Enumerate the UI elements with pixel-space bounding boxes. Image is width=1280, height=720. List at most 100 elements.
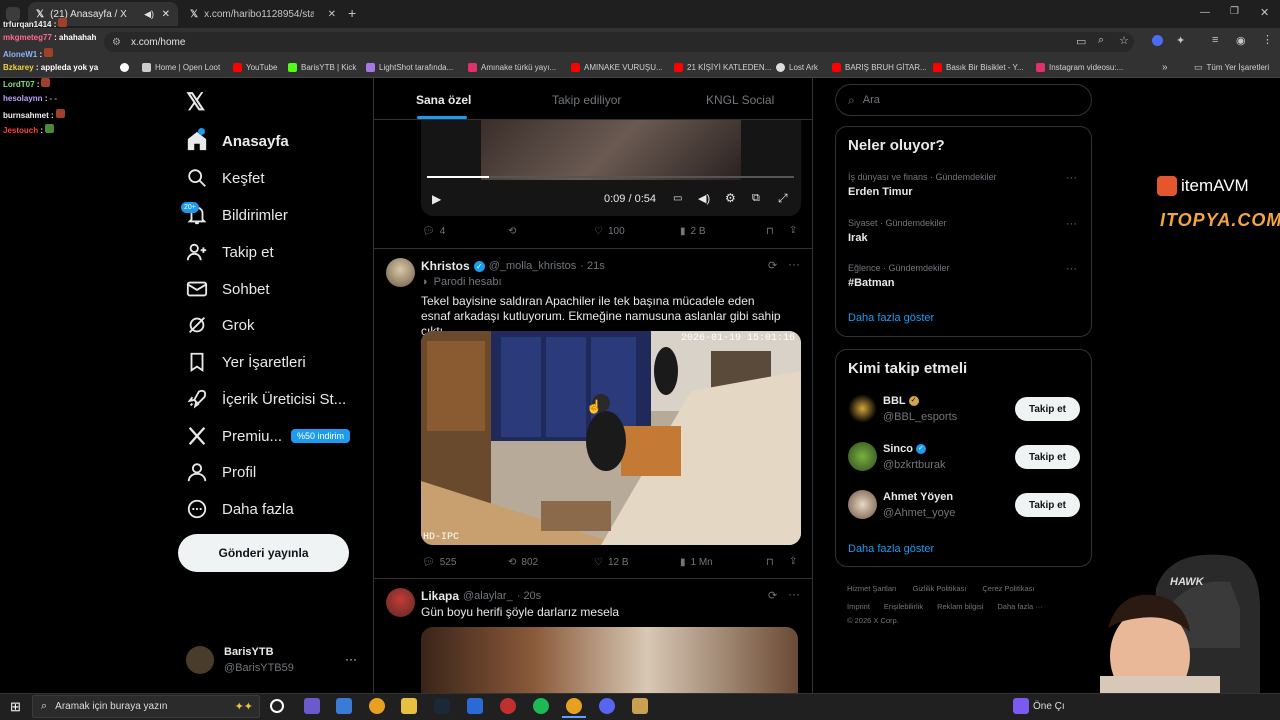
trend-more-icon[interactable]: ··· [1066, 263, 1077, 275]
footer-link[interactable]: Gizlilik Politikası [913, 584, 967, 593]
app-icon[interactable] [500, 698, 516, 714]
bookmark-action[interactable]: ⊓ [766, 557, 774, 568]
nav-notifications[interactable]: Bildirimler [186, 200, 288, 230]
app-icon[interactable] [304, 698, 320, 714]
settings-icon[interactable]: ⚙ [725, 191, 736, 205]
who-to-follow-show-more[interactable]: Daha fazla göster [848, 543, 934, 555]
grok-icon[interactable]: ⟳ [768, 589, 777, 602]
nav-creator-studio[interactable]: İçerik Üreticisi St... [186, 384, 346, 414]
more-icon[interactable]: ··· [788, 587, 800, 601]
bookmarks-overflow-icon[interactable]: » [1162, 60, 1168, 74]
nav-chat[interactable]: Sohbet [186, 274, 270, 304]
trend-title[interactable]: Erden Timur [848, 186, 913, 198]
fullscreen-icon[interactable]: ⤢ [778, 191, 788, 206]
x-logo-icon[interactable]: 𝕏 [186, 88, 205, 117]
maximize-icon[interactable]: ❐ [1230, 6, 1239, 17]
tab-following[interactable]: Takip ediliyor [552, 93, 621, 107]
steam-icon[interactable] [434, 698, 450, 714]
zoom-icon[interactable]: ⌕ [1098, 34, 1104, 47]
trend-title[interactable]: #Batman [848, 277, 894, 289]
follow-button[interactable]: Takip et [1015, 493, 1080, 517]
puzzle-icon[interactable]: ✦ [1176, 34, 1185, 47]
suggestion-avatar[interactable] [848, 442, 877, 471]
all-bookmarks[interactable]: ▭ Tüm Yer İşaretleri [1194, 60, 1269, 74]
views-action[interactable]: ▮ 2 B [680, 226, 706, 237]
install-icon[interactable]: ▭ [1076, 35, 1086, 48]
account-more-icon[interactable]: ··· [345, 652, 357, 666]
game-icon[interactable] [632, 698, 648, 714]
window-close-icon[interactable]: ✕ [1260, 6, 1269, 19]
close-icon[interactable]: ✕ [162, 9, 170, 20]
bookmark-item[interactable]: Instagram videosu:... [1036, 60, 1123, 74]
media-icon[interactable]: ≡ [1212, 34, 1218, 46]
footer-link[interactable]: Imprint [847, 602, 870, 611]
bookmark-item[interactable]: AMINAKE VURUŞU... [571, 60, 663, 74]
bookmark-item[interactable]: 21 KİŞİYİ KATLEDEN... [674, 60, 771, 74]
captions-icon[interactable]: ▭ [673, 193, 682, 204]
tab-kngl-social[interactable]: KNGL Social [706, 93, 774, 107]
tweet-handle[interactable]: @alaylar_ [463, 590, 513, 602]
more-icon[interactable]: ··· [788, 257, 800, 271]
trends-show-more[interactable]: Daha fazla göster [848, 312, 934, 324]
bookmark-item[interactable]: Amınake türkü yayı... [468, 60, 556, 74]
bookmark-item[interactable]: BarisYTB | Kick [288, 60, 356, 74]
account-avatar[interactable] [186, 646, 214, 674]
spotify-icon[interactable] [533, 698, 549, 714]
chrome-icon[interactable] [566, 698, 582, 714]
footer-link[interactable]: Hizmet Şartları [847, 584, 897, 593]
tweet-time[interactable]: · 20s [517, 590, 541, 602]
tweet-avatar[interactable] [386, 258, 415, 287]
retweet-action[interactable]: ⟲ [508, 226, 516, 237]
file-explorer-icon[interactable] [401, 698, 417, 714]
speaker-icon[interactable]: ◀) [144, 9, 154, 20]
store-icon[interactable] [336, 698, 352, 714]
footer-link[interactable]: Daha fazla ··· [997, 602, 1042, 611]
bookmark-item[interactable]: LightShot tarafında... [366, 60, 453, 74]
like-action[interactable]: ♡ 12 B [594, 557, 629, 568]
suggestion-avatar[interactable] [848, 394, 877, 423]
tweet-author-name[interactable]: Khristos [421, 259, 470, 273]
search-box[interactable]: ⌕ Ara [835, 84, 1092, 116]
close-icon[interactable]: ✕ [328, 9, 336, 20]
like-action[interactable]: ♡ 100 [594, 226, 625, 237]
play-icon[interactable]: ▶ [432, 192, 441, 206]
star-icon[interactable]: ☆ [1119, 34, 1129, 47]
profile-icon[interactable]: ◉ [1236, 34, 1246, 47]
new-tab-icon[interactable]: + [348, 5, 356, 21]
nav-premium[interactable]: Premiu... [186, 421, 282, 451]
tweet-media[interactable]: 2026-01-19 15:01:16 HD-IPC [421, 331, 801, 545]
bookmark-action[interactable]: ⊓ [766, 226, 774, 237]
views-action[interactable]: ▮ 1 Mn [680, 557, 713, 568]
nav-follow[interactable]: Takip et [186, 237, 274, 267]
tab-x-status[interactable]: 𝕏 x.com/haribo1128954/status/2... ✕ [182, 2, 342, 26]
reply-action[interactable]: 💬︎ 4 [422, 226, 445, 237]
trend-title[interactable]: Irak [848, 232, 868, 244]
app-icon[interactable] [467, 698, 483, 714]
widget-icon[interactable] [1013, 698, 1029, 714]
tweet-avatar[interactable] [386, 588, 415, 617]
video-progress-track[interactable] [427, 176, 794, 178]
footer-link[interactable]: Çerez Politikası [982, 584, 1034, 593]
bookmark-item[interactable]: BARIŞ BRUH GİTAR... [832, 60, 927, 74]
nav-explore[interactable]: Keşfet [186, 163, 265, 193]
bookmark-item[interactable]: YouTube [233, 60, 277, 74]
suggestion-name[interactable]: Ahmet Yöyen [883, 491, 953, 503]
tab-for-you[interactable]: Sana özel [416, 93, 471, 107]
suggestion-avatar[interactable] [848, 490, 877, 519]
volume-icon[interactable]: ◀) [698, 192, 710, 205]
nav-bookmarks[interactable]: Yer İşaretleri [186, 347, 306, 377]
discord-icon[interactable] [599, 698, 615, 714]
bookmark-item[interactable]: Basık Bir Bisiklet - Y... [933, 60, 1024, 74]
nav-grok[interactable]: Grok [186, 310, 255, 340]
menu-icon[interactable]: ⋮ [1262, 33, 1273, 46]
extension-icon[interactable] [1152, 35, 1163, 46]
windows-start-icon[interactable]: ⊞ [10, 699, 21, 715]
suggestion-name[interactable]: BBL [883, 395, 906, 407]
tweet-author-name[interactable]: Likapa [421, 589, 459, 603]
follow-button[interactable]: Takip et [1015, 445, 1080, 469]
share-action[interactable]: ⇪ [789, 225, 797, 236]
follow-button[interactable]: Takip et [1015, 397, 1080, 421]
bookmark-item[interactable]: Home | Open Loot [142, 60, 220, 74]
site-info-icon[interactable]: ⚙ [112, 37, 121, 48]
grok-icon[interactable]: ⟳ [768, 259, 777, 272]
